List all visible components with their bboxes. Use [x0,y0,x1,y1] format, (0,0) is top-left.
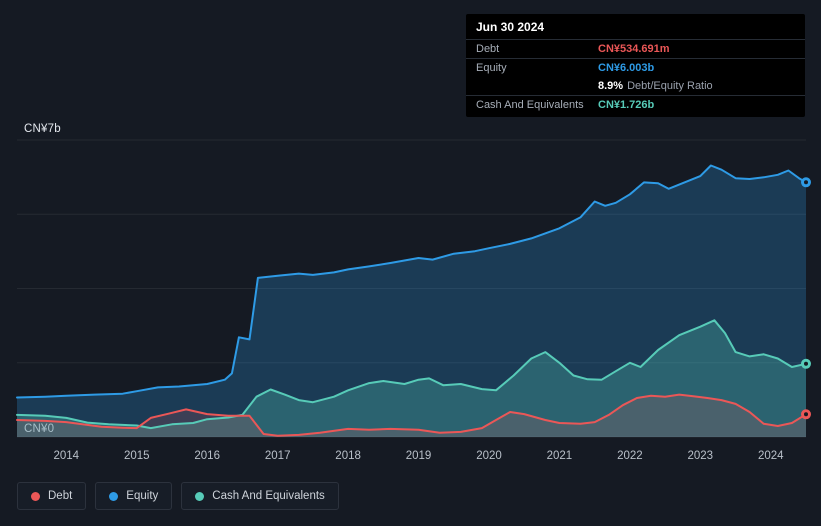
legend-item-equity[interactable]: Equity [95,482,173,510]
debt-end-marker-center [804,412,808,417]
legend-equity-label: Equity [126,490,159,502]
legend-item-cash[interactable]: Cash And Equivalents [181,482,339,510]
cash-end-marker-center [804,361,808,366]
ratio-label: Debt/Equity Ratio [627,80,713,92]
x-axis-year-label: 2019 [406,450,432,462]
x-axis-year-label: 2024 [758,450,784,462]
tooltip-cash-label: Cash And Equivalents [476,99,584,111]
x-axis-year-label: 2023 [688,450,714,462]
tooltip-debt-value: CN¥534.691m [598,43,670,55]
equity-legend-dot-icon [109,491,119,501]
tooltip-row-debt: Debt CN¥534.691m [466,40,805,59]
x-axis-year-label: 2017 [265,450,291,462]
legend: Debt Equity Cash And Equivalents [17,482,339,510]
x-axis-year-label: 2015 [124,450,150,462]
debt-legend-dot-icon [31,491,40,501]
cash-legend-dot-icon [195,491,205,501]
x-axis-year-label: 2022 [617,450,643,462]
tooltip-cash-value: CN¥1.726b [598,99,655,111]
legend-item-debt[interactable]: Debt [17,482,87,510]
x-axis-year-label: 2021 [547,450,573,462]
x-axis-year-label: 2018 [335,450,361,462]
tooltip-ratio: 8.9% Debt/Equity Ratio [598,80,713,92]
tooltip-date: Jun 30 2024 [466,14,805,40]
tooltip-row-equity: Equity CN¥6.003b [466,59,805,77]
ratio-value: 8.9% [598,80,624,92]
tooltip: Jun 30 2024 Debt CN¥534.691m Equity CN¥6… [466,14,805,117]
tooltip-debt-label: Debt [476,43,500,55]
tooltip-equity-value: CN¥6.003b [598,62,655,74]
tooltip-row-ratio: 8.9% Debt/Equity Ratio [466,77,805,96]
legend-cash-label: Cash And Equivalents [212,490,325,502]
x-axis-year-label: 2016 [194,450,220,462]
x-axis-year-label: 2020 [476,450,502,462]
legend-debt-label: Debt [48,490,73,502]
debt-equity-history-chart-panel: CN¥7b CN¥0 20142015201620172018201920202… [0,0,821,526]
tooltip-row-cash: Cash And Equivalents CN¥1.726b [466,96,805,117]
x-axis-year-label: 2014 [54,450,80,462]
equity-end-marker-center [804,180,808,185]
tooltip-equity-label: Equity [476,62,507,74]
